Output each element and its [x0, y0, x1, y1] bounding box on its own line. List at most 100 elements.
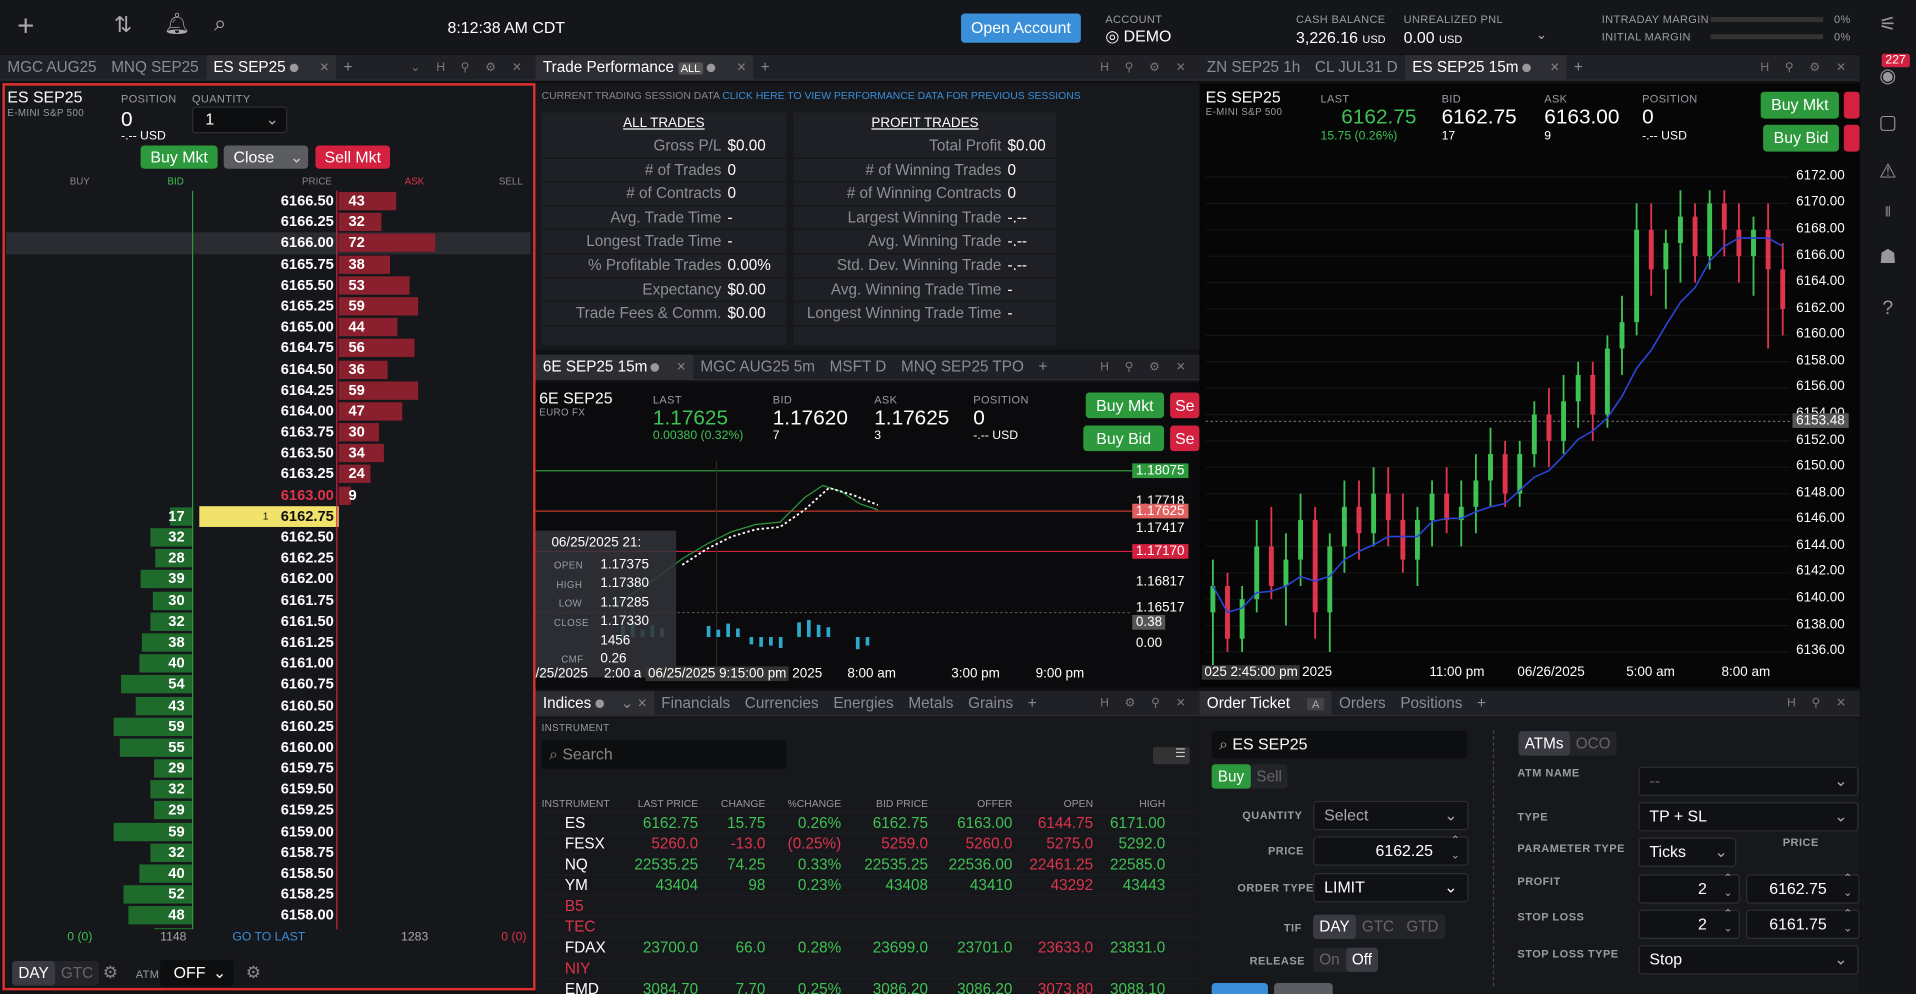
dom-row[interactable]: 47 6164.00 — [6, 401, 531, 422]
ot-atms[interactable]: ATMs — [1518, 731, 1570, 756]
ot-release-toggle[interactable]: On Off — [1313, 947, 1379, 973]
ot-stop-ticks[interactable]: 2 ⌃ ⌄ — [1638, 907, 1740, 940]
dom-row[interactable]: 52 6158.25 — [6, 884, 531, 905]
dom-row[interactable]: 59 6165.25 — [6, 296, 531, 317]
bid-size[interactable]: 28 — [6, 548, 189, 569]
bid-size[interactable]: 32 — [6, 611, 189, 632]
stepper-icon[interactable]: ⌃ ⌄ — [1843, 906, 1852, 935]
stepper-icon[interactable]: ⌃ ⌄ — [1723, 906, 1732, 935]
ask-size[interactable]: 9 — [348, 485, 356, 506]
dom-row[interactable]: 40 6161.00 — [6, 653, 531, 674]
ot-submit-button[interactable] — [1211, 983, 1268, 994]
panel-tools-icon[interactable]: H ⚲ ✕ — [1787, 691, 1852, 715]
watchlist-row[interactable]: YM 43404 98 0.23% 43408 43410 43292 43443 — [539, 875, 1200, 897]
watchlist-row[interactable]: EMD 3084.70 7.70 0.25% 3086.20 3086.20 3073.80… — [539, 979, 1199, 994]
add-tab-icon[interactable]: + — [336, 55, 360, 79]
tif-day[interactable]: DAY — [12, 961, 55, 986]
ask-size[interactable]: 24 — [348, 464, 364, 485]
dom-row[interactable]: 55 6160.00 — [6, 737, 531, 758]
tab-trade-performance[interactable]: Trade Performance ALL × — [535, 55, 754, 80]
watchlist-row[interactable]: TEC — [539, 917, 1200, 938]
ask-size[interactable]: 34 — [348, 443, 364, 464]
dom-row[interactable]: 39 6162.00 — [6, 569, 531, 590]
bid-size[interactable]: 43 — [6, 695, 189, 716]
dom-row[interactable]: 43 6160.50 — [6, 695, 531, 716]
dom-row[interactable]: 56 6164.75 — [6, 338, 531, 359]
watchlist-row[interactable]: NIY — [539, 959, 1200, 980]
add-tab-icon[interactable]: + — [1031, 355, 1055, 379]
ask-size[interactable]: 38 — [348, 254, 364, 275]
ot-quantity-select[interactable]: Select ⌄ — [1313, 800, 1469, 831]
dom-row[interactable]: 32 6158.75 — [6, 842, 531, 863]
dom-row[interactable]: 36 6164.50 — [6, 359, 531, 380]
tab-mgc-5m[interactable]: MGC AUG25 5m — [693, 355, 822, 379]
bid-size[interactable]: 52 — [6, 884, 189, 905]
dom-row[interactable]: 59 6164.25 — [6, 380, 531, 401]
ot-tif-toggle[interactable]: DAY GTC GTD — [1313, 914, 1445, 940]
tab-mnq[interactable]: MNQ SEP25 — [104, 55, 206, 79]
tab-mgc[interactable]: MGC AUG25 — [0, 55, 104, 79]
wl-symbol[interactable]: EMD — [565, 979, 599, 994]
add-tab-icon[interactable]: + — [1470, 691, 1494, 715]
previous-sessions-link[interactable]: CLICK HERE TO VIEW PERFORMANCE DATA FOR … — [722, 89, 1080, 101]
warning-icon[interactable]: ⚠ — [1876, 159, 1900, 183]
wl-symbol[interactable]: B5 — [565, 896, 584, 917]
wl-symbol[interactable]: YM — [565, 875, 588, 896]
tab-positions[interactable]: Positions — [1393, 691, 1470, 715]
panel-tools-icon[interactable]: ⌄ H ⚲ ⚙ ✕ — [410, 55, 528, 79]
atm-settings-icon[interactable]: ⚙ — [246, 962, 261, 983]
watchlist-row[interactable]: FESX 5260.0 -13.0 (0.25%) 5259.0 5260.0 5275.0… — [539, 834, 1200, 855]
mid-sell-ask-button[interactable]: Se — [1170, 425, 1200, 452]
stepper-icon[interactable]: ⌃ ⌄ — [1843, 871, 1852, 900]
ot-symbol-input[interactable]: ⌕ ES SEP25 — [1211, 731, 1468, 759]
transfer-icon[interactable]: ⇅ — [114, 12, 132, 38]
dom-close-button[interactable]: Close ⌄ — [223, 145, 309, 169]
dom-row[interactable]: 32 6159.50 — [6, 779, 531, 800]
wl-symbol[interactable]: NQ — [565, 855, 588, 876]
atm-select[interactable]: OFF ⌄ — [160, 959, 234, 987]
tab-es[interactable]: ES SEP25 × — [206, 55, 337, 80]
col-bid[interactable]: BID PRICE — [845, 795, 928, 813]
ot-release-off[interactable]: Off — [1345, 947, 1379, 973]
dom-row[interactable]: 38 6161.25 — [6, 632, 531, 653]
wl-symbol[interactable]: FESX — [565, 834, 605, 855]
bid-size[interactable]: 29 — [6, 926, 189, 929]
col-open[interactable]: OPEN — [1019, 795, 1093, 813]
tab-msft[interactable]: MSFT D — [822, 355, 893, 379]
mid-sell-button[interactable]: Se — [1170, 392, 1200, 419]
dom-ladder[interactable]: 43 6166.50 32 6166.25 72 6166.00 38 6165.75 53 61… — [6, 191, 531, 930]
col-high[interactable]: HIGH — [1098, 795, 1165, 813]
tab-cl[interactable]: CL JUL31 D — [1308, 55, 1405, 79]
tab-grains[interactable]: Grains — [961, 691, 1021, 715]
tif-gtc[interactable]: GTC — [55, 961, 99, 985]
dom-row[interactable]: 30 6161.75 — [6, 590, 531, 611]
dom-row[interactable]: 29 6157.75 — [6, 926, 531, 930]
add-tab-icon[interactable]: + — [1567, 55, 1591, 79]
users-icon[interactable]: ☗ — [1876, 245, 1900, 269]
quantity-input[interactable]: 1 ⌄ — [191, 106, 288, 134]
ask-size[interactable]: 36 — [348, 359, 364, 380]
col-last[interactable]: LAST PRICE — [625, 795, 698, 813]
bars-icon[interactable]: ⦀ — [1876, 205, 1900, 229]
bid-size[interactable]: 40 — [6, 863, 189, 884]
es-candlestick-chart[interactable] — [1205, 164, 1791, 666]
tab-energies[interactable]: Energies — [826, 691, 901, 715]
stepper-icon[interactable]: ⌃ ⌄ — [1451, 833, 1460, 862]
ot-release-on[interactable]: On — [1313, 948, 1346, 972]
wl-symbol[interactable]: TEC — [565, 917, 596, 938]
tab-indices[interactable]: Indices ⌄ × — [535, 690, 654, 716]
dom-row[interactable]: 17 6162.75 1 — [6, 505, 531, 527]
ot-profit-price[interactable]: 6162.75 ⌃ ⌄ — [1746, 871, 1860, 904]
dom-row[interactable]: 32 6162.50 — [6, 527, 531, 548]
bid-size[interactable]: 54 — [6, 674, 189, 695]
panel-tools-icon[interactable]: H ⚙ ⚲ ✕ — [1100, 691, 1192, 715]
ot-type-select[interactable]: TP + SL ⌄ — [1638, 802, 1859, 832]
chevron-down-icon[interactable]: ⌄ — [1536, 27, 1547, 43]
bid-size[interactable]: 48 — [6, 905, 189, 926]
ot-profit-ticks[interactable]: 2 ⌃ ⌄ — [1638, 872, 1740, 904]
dom-row[interactable]: 29 6159.75 — [6, 758, 531, 779]
ask-size[interactable]: 44 — [348, 317, 364, 338]
wl-symbol[interactable]: FDAX — [565, 938, 606, 959]
ot-param-select[interactable]: Ticks ⌄ — [1638, 837, 1737, 867]
ask-size[interactable]: 43 — [348, 191, 364, 212]
